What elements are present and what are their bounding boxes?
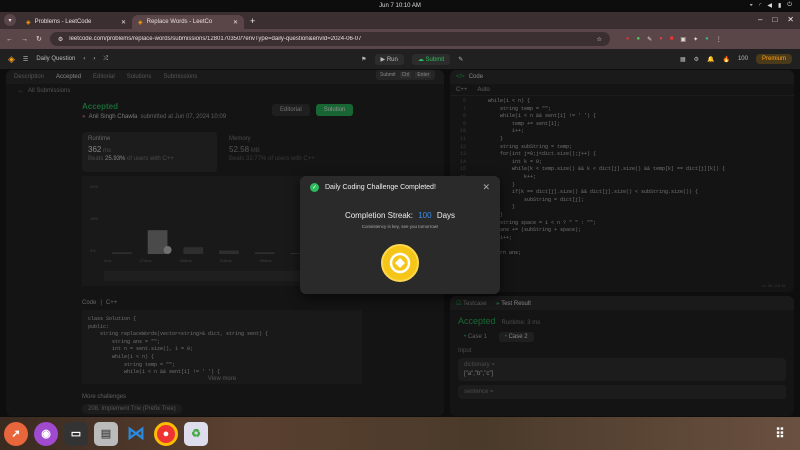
extensions: ● ● ✎ ● ■ ▣ ✦ ● ⋮: [626, 36, 722, 43]
shuffle-icon[interactable]: ⤮: [103, 56, 108, 63]
extensions-puzzle-icon[interactable]: ✦: [693, 36, 698, 43]
bookmark-star-icon[interactable]: ☆: [596, 36, 601, 43]
check-circle-icon: ✓: [310, 183, 319, 192]
extension-icon[interactable]: ●: [637, 36, 641, 43]
extension-icon[interactable]: ●: [626, 36, 630, 43]
menu-icon[interactable]: ⋮: [716, 36, 722, 43]
close-tab-icon[interactable]: ✕: [121, 19, 126, 26]
vscode-icon[interactable]: ⋈: [124, 422, 148, 446]
close-tab-icon[interactable]: ✕: [233, 19, 238, 26]
system-topbar: Jun 7 10:10 AM ◒ ◜ ◀ ▮ ⏻: [0, 0, 800, 12]
app-launcher-rocket-icon[interactable]: ➚: [4, 421, 28, 446]
tab-replace-words[interactable]: ◈ Replace Words - LeetCo ✕: [132, 15, 244, 29]
trash-icon[interactable]: ♻: [184, 421, 208, 446]
extension-icon[interactable]: ▣: [680, 36, 686, 43]
browser-tabbar: ▾ ◈ Problems - LeetCode ✕ ◈ Replace Word…: [0, 12, 800, 29]
settings-icon[interactable]: ⚙: [694, 56, 699, 63]
show-apps-icon[interactable]: ⠿: [768, 422, 792, 446]
premium-button[interactable]: Premium: [755, 54, 792, 64]
profile-avatar[interactable]: ●: [705, 36, 709, 43]
badge-glyph-icon: [389, 252, 411, 274]
streak-line: Completion Streak: 100 Days: [344, 211, 456, 220]
submit-button[interactable]: ☁ Submit: [411, 53, 451, 65]
close-icon[interactable]: ✕: [482, 182, 490, 193]
browser-toolbar: ← → ↻ ⚙ leetcode.com/problems/replace-wo…: [0, 29, 800, 49]
streak-count: 100: [418, 211, 432, 220]
extension-icon[interactable]: ✎: [647, 36, 652, 43]
address-bar[interactable]: ⚙ leetcode.com/problems/replace-words/su…: [49, 32, 610, 46]
nav-title[interactable]: Daily Question: [36, 56, 75, 62]
notifications-icon[interactable]: 🔔: [707, 56, 714, 63]
terminal-icon[interactable]: ▭: [64, 421, 88, 446]
maximize-icon[interactable]: □: [772, 15, 777, 24]
modal-note: Consistency is key, see you tomorrow!: [361, 224, 439, 229]
files-icon[interactable]: ▤: [94, 421, 118, 446]
streak-fire-icon[interactable]: 🔥: [722, 56, 729, 63]
clock: Jun 7 10:10 AM: [379, 3, 421, 9]
layout-icon[interactable]: ▦: [680, 56, 686, 63]
chrome-icon[interactable]: ●: [154, 421, 178, 446]
daily-badge-icon: [381, 244, 419, 282]
leetcode-favicon-icon: ◈: [138, 19, 143, 26]
leetcode-logo-icon[interactable]: ◈: [8, 54, 15, 65]
site-info-icon[interactable]: ⚙: [58, 36, 63, 43]
notes-icon[interactable]: ✎: [458, 56, 463, 63]
problem-list-icon[interactable]: ☰: [23, 56, 28, 63]
next-icon[interactable]: ›: [93, 56, 95, 62]
extension-icon[interactable]: ●: [659, 36, 663, 43]
firefox-icon[interactable]: ◉: [34, 421, 58, 446]
prev-icon[interactable]: ‹: [83, 56, 85, 62]
run-button[interactable]: ▶ Run: [374, 53, 404, 65]
taskbar: ➚ ◉ ▭ ▤ ⋈ ● ♻ ⠿: [0, 417, 800, 450]
leetcode-nav: ◈ ☰ Daily Question ‹ › ⤮ ⚑ ▶ Run ☁ Submi…: [0, 49, 800, 69]
new-tab-button[interactable]: +: [250, 16, 255, 26]
network-icon[interactable]: ◒: [749, 2, 753, 9]
system-tray: ◒ ◜ ◀ ▮ ⏻: [749, 2, 792, 9]
reload-icon[interactable]: ↻: [36, 35, 42, 43]
window-controls: – □ ✕: [758, 15, 794, 24]
volume-icon[interactable]: ◀: [767, 2, 772, 9]
modal-title: Daily Coding Challenge Completed!: [325, 184, 436, 191]
battery-icon[interactable]: ▮: [778, 2, 781, 9]
tab-problems[interactable]: ◈ Problems - LeetCode ✕: [20, 15, 132, 29]
leetcode-favicon-icon: ◈: [26, 19, 31, 26]
minimize-icon[interactable]: –: [758, 15, 762, 24]
wifi-icon[interactable]: ◜: [759, 2, 761, 9]
coins-count: 100: [737, 56, 748, 62]
extension-icon[interactable]: ■: [670, 36, 674, 43]
close-window-icon[interactable]: ✕: [787, 15, 794, 24]
tab-search-button[interactable]: ▾: [4, 14, 16, 26]
power-icon[interactable]: ⏻: [787, 2, 792, 9]
back-icon[interactable]: ←: [6, 36, 13, 43]
url-text: leetcode.com/problems/replace-words/subm…: [69, 36, 362, 42]
forward-icon[interactable]: →: [21, 36, 28, 43]
debug-icon[interactable]: ⚑: [361, 56, 366, 63]
completion-modal: ✓ Daily Coding Challenge Completed! ✕ Co…: [300, 176, 500, 294]
